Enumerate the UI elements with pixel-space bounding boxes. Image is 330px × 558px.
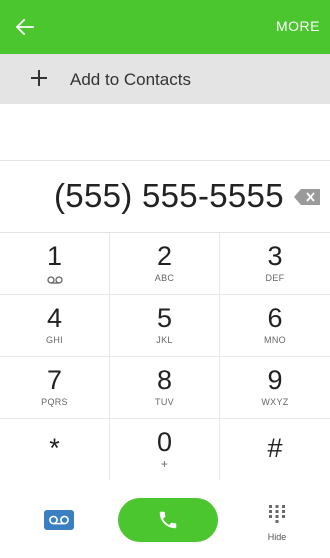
key-1[interactable]: 1 [0, 233, 110, 295]
key-letters: DEF [265, 273, 285, 283]
key-hash[interactable]: # [220, 419, 330, 481]
dialer-bottom-bar: Hide [0, 480, 330, 558]
key-digit: * [49, 433, 60, 463]
key-0[interactable]: 0 + [110, 419, 220, 481]
voicemail-icon[interactable] [44, 510, 74, 530]
more-button[interactable]: MORE [276, 18, 320, 34]
dialpad: 1 2 ABC 3 DEF 4 GHI 5 JKL 6 MNO 7 PQRS 8… [0, 232, 330, 481]
back-button[interactable] [6, 8, 44, 46]
dialed-number[interactable]: (555) 555-5555 [54, 177, 284, 215]
key-letters: GHI [46, 335, 63, 345]
hide-dialpad-button[interactable]: Hide [257, 500, 297, 544]
key-digit: 7 [46, 365, 63, 395]
key-digit: 0 [156, 427, 173, 457]
arrow-left-icon [15, 18, 34, 36]
key-digit: 6 [267, 303, 283, 333]
plus-icon [31, 70, 47, 86]
key-2[interactable]: 2 ABC [110, 233, 220, 295]
key-digit: # [267, 433, 283, 463]
key-9[interactable]: 9 WXYZ [220, 357, 330, 419]
backspace-icon[interactable] [294, 189, 320, 205]
key-3[interactable]: 3 DEF [220, 233, 330, 295]
phone-dialer-screen: MORE Add to Contacts (555) 555-5555 1 2 [0, 0, 330, 558]
key-digit: 2 [156, 241, 173, 271]
key-letters: + [160, 457, 169, 471]
add-to-contacts-button[interactable]: Add to Contacts [0, 54, 330, 104]
key-digit: 1 [46, 241, 63, 271]
key-digit: 8 [156, 365, 173, 395]
key-letters: WXYZ [261, 397, 289, 407]
key-letters: JKL [156, 335, 173, 345]
add-to-contacts-label: Add to Contacts [70, 70, 191, 89]
key-6[interactable]: 6 MNO [220, 295, 330, 357]
key-5[interactable]: 5 JKL [110, 295, 220, 357]
suggestions-area [0, 104, 330, 160]
key-letters: MNO [264, 335, 286, 345]
key-digit: 4 [46, 303, 63, 333]
key-digit: 9 [267, 365, 283, 395]
hide-label: Hide [267, 532, 287, 542]
key-digit: 5 [156, 303, 173, 333]
key-star[interactable]: * [0, 419, 110, 481]
key-8[interactable]: 8 TUV [110, 357, 220, 419]
top-app-bar: MORE [0, 0, 330, 54]
dialpad-icon [269, 505, 285, 523]
number-display: (555) 555-5555 [0, 160, 330, 232]
key-letters: TUV [155, 397, 174, 407]
key-digit: 3 [267, 241, 283, 271]
key-7[interactable]: 7 PQRS [0, 357, 110, 419]
key-letters: PQRS [41, 397, 68, 407]
phone-icon [159, 511, 177, 529]
key-4[interactable]: 4 GHI [0, 295, 110, 357]
call-button[interactable] [118, 498, 218, 542]
key-letters: ABC [154, 273, 175, 283]
voicemail-icon [47, 276, 63, 284]
